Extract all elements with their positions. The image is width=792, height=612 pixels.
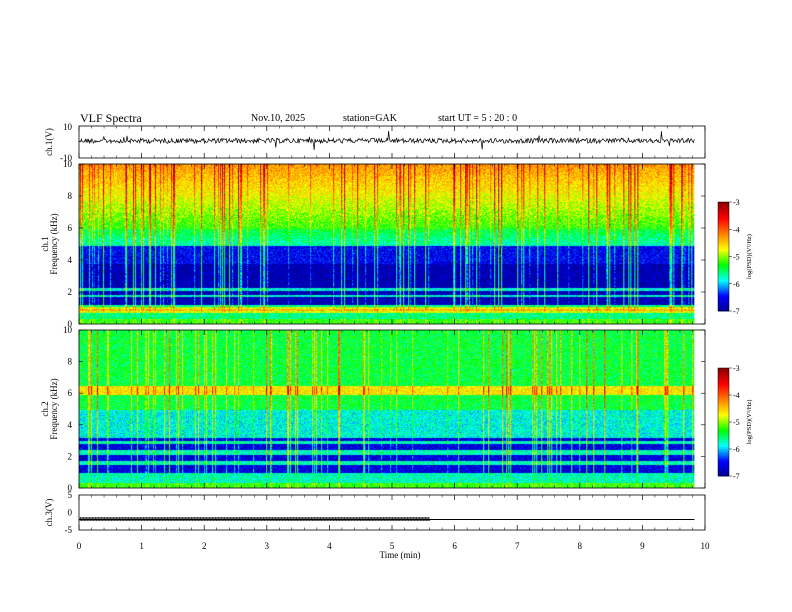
ch1-colorbar-tick-label: -4 bbox=[733, 225, 740, 234]
ch1-spec-ytick-label: 2 bbox=[68, 287, 73, 297]
ch2-spec-ytick-label: 2 bbox=[68, 451, 73, 461]
x-tick-label: 1 bbox=[139, 541, 144, 551]
x-tick-label: 4 bbox=[327, 541, 332, 551]
ch3-ytick-label: -5 bbox=[65, 525, 73, 535]
ch2-spec-ytick-label: 4 bbox=[68, 420, 73, 430]
x-tick-label: 10 bbox=[701, 541, 711, 551]
ch2-colorbar-tick-label: -3 bbox=[733, 364, 740, 373]
x-tick-label: 6 bbox=[452, 541, 457, 551]
ch2-spec-ytick-label: 10 bbox=[63, 325, 73, 335]
x-axis-label: Time (min) bbox=[380, 550, 421, 560]
ch1-spec-ytick-label: 6 bbox=[68, 223, 73, 233]
ch2-spec-heatmap bbox=[79, 330, 695, 488]
ch2-colorbar-tick-label: -7 bbox=[733, 472, 740, 481]
ch1-ylabel: ch.1(V) bbox=[44, 128, 54, 156]
ch1-spec-ytick-label: 8 bbox=[68, 191, 73, 201]
ch2-colorbar-tick-label: -6 bbox=[733, 445, 740, 454]
ch2-spec-ytick-label: 8 bbox=[68, 357, 73, 367]
x-tick-label: 9 bbox=[640, 541, 645, 551]
ch2-colorbar-tick-label: -4 bbox=[733, 391, 740, 400]
figure: 10-10ch.1(V)0246810ch.1 Frequency (kHz)02… bbox=[40, 122, 753, 560]
ch2-colorbar-tick-label: -5 bbox=[733, 418, 740, 427]
ch1-colorbar-label: log(PSD)(V²/Hz) bbox=[746, 234, 753, 279]
ch3-panel-frame bbox=[78, 494, 706, 531]
x-tick-label: 7 bbox=[515, 541, 520, 551]
x-tick-label: 0 bbox=[77, 541, 82, 551]
ch1-spec-heatmap bbox=[79, 164, 695, 324]
ch2-spec-ytick-label: 6 bbox=[68, 388, 73, 398]
ch3-ytick-label: 0 bbox=[68, 508, 73, 518]
ch1-colorbar-tick-label: -5 bbox=[733, 253, 740, 262]
ch1-colorbar-tick-label: -3 bbox=[733, 198, 740, 207]
ch1-ytick-label: 10 bbox=[63, 122, 73, 132]
x-tick-label: 3 bbox=[265, 541, 270, 551]
ch1-spec-ytick-label: 10 bbox=[63, 159, 73, 169]
x-tick-label: 8 bbox=[578, 541, 583, 551]
ch1-colorbar-tick-label: -6 bbox=[733, 280, 740, 289]
x-tick-label: 2 bbox=[202, 541, 207, 551]
ch2-colorbar-label: log(PSD)(V²/Hz) bbox=[746, 400, 753, 445]
ch1-waveform-line bbox=[78, 130, 695, 150]
ch1-spec-ytick-label: 4 bbox=[68, 255, 73, 265]
ch3-ytick-label: 5 bbox=[68, 490, 73, 500]
ch3-ylabel: ch.3(V) bbox=[44, 499, 54, 527]
ch1-colorbar-tick-label: -7 bbox=[733, 307, 740, 316]
ch2-spec-ylabel: Frequency (kHz) bbox=[49, 378, 59, 439]
ch1-spec-ylabel: Frequency (kHz) bbox=[49, 213, 59, 274]
